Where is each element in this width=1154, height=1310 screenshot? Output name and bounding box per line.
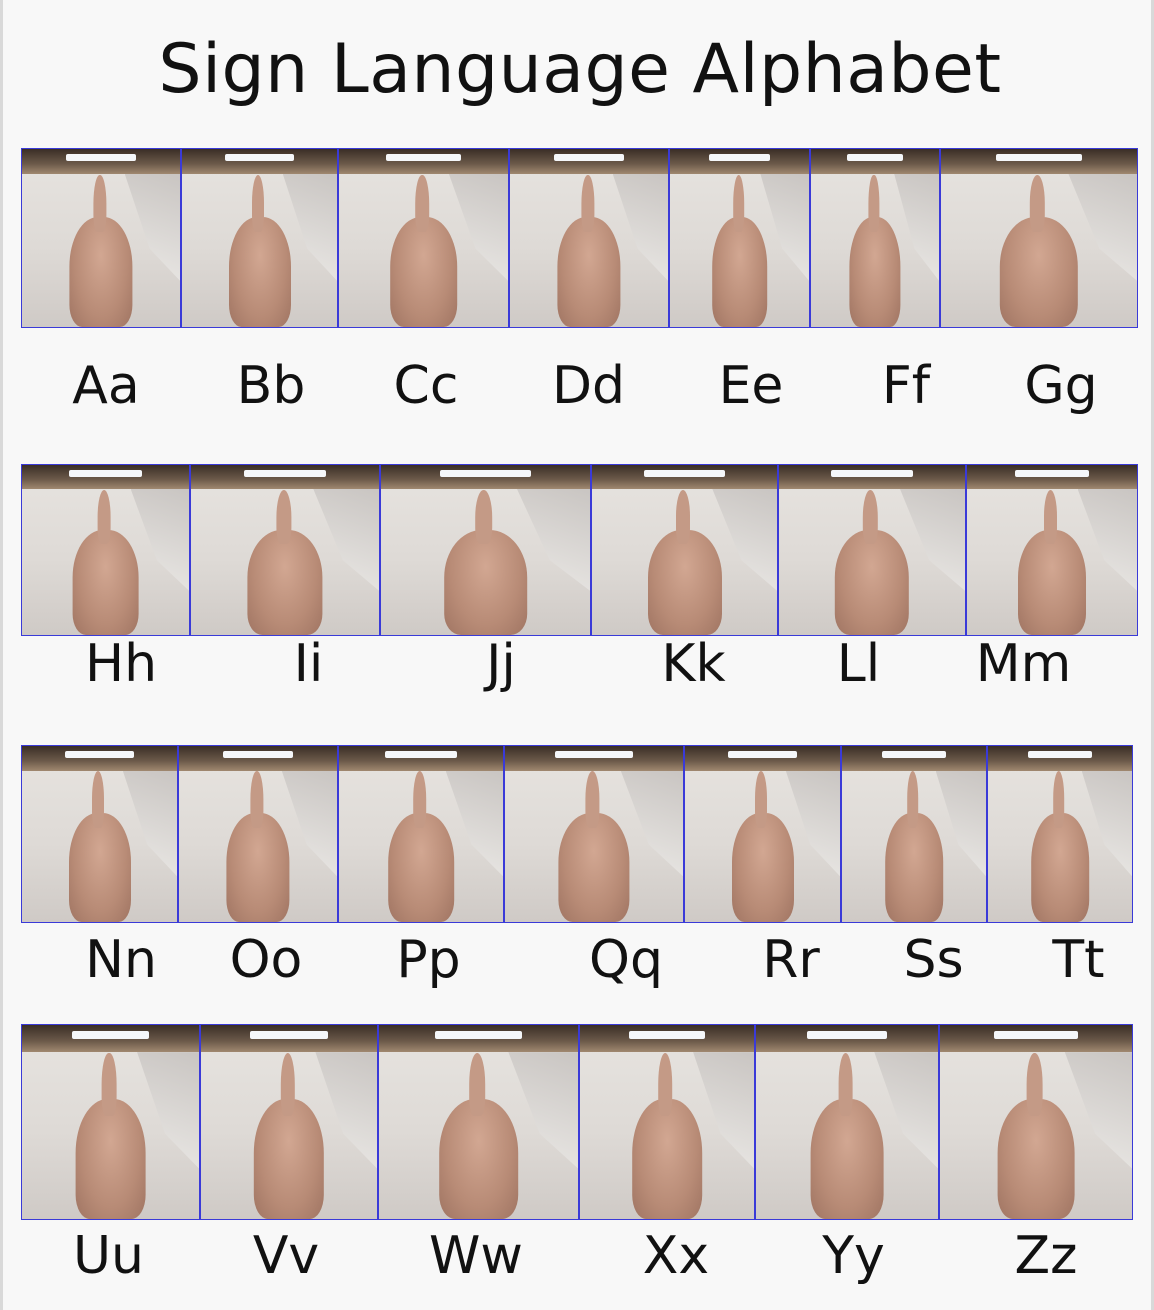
hand-icon [810,1052,884,1219]
sign-photo-q [504,745,684,923]
hand-icon [647,489,722,635]
letter-label: Uu [72,1226,145,1286]
letter-label: Kk [661,634,726,694]
sign-photo-p [338,745,504,923]
sign-photo-o [178,745,338,923]
sign-photo-s [841,745,987,923]
hand-icon [632,1052,702,1219]
sign-photo-k [591,464,778,636]
sign-row-4 [21,1024,1133,1220]
page-frame: Sign Language Alphabet Aa Bb Cc Dd Ee Ff… [0,0,1154,1310]
letter-label: Qq [589,930,663,990]
hand-icon [389,174,458,327]
hand-icon [388,771,454,922]
hand-icon [557,174,621,327]
hand-icon [834,489,910,635]
letter-label: Cc [393,356,459,416]
hand-icon [711,174,768,327]
letter-label: Vv [252,1226,320,1286]
label-row-1: Aa Bb Cc Dd Ee Ff Gg [21,356,1136,416]
sign-photo-z [939,1024,1133,1220]
hand-icon [72,489,139,635]
sign-photo-l [778,464,966,636]
hand-icon [75,1052,146,1219]
letter-label: Pp [396,930,461,990]
hand-icon [438,1052,519,1219]
hand-icon [228,174,291,327]
sign-photo-v [200,1024,378,1220]
sign-photo-d [509,148,669,328]
label-row-3: Nn Oo Pp Qq Rr Ss Tt [21,930,1154,990]
sign-row-2 [21,464,1138,636]
letter-label: Ss [903,930,964,990]
sign-photo-b [181,148,338,328]
hand-icon [1018,489,1086,635]
hand-icon [69,174,133,327]
hand-icon [443,489,528,635]
hand-icon [226,771,290,922]
letter-label: Nn [85,930,157,990]
hand-icon [997,1052,1075,1219]
page-title: Sign Language Alphabet [158,30,1002,109]
hand-icon [1031,771,1089,922]
letter-label: Oo [229,930,303,990]
hand-icon [999,174,1079,327]
hand-icon [68,771,131,922]
letter-label: Gg [1024,356,1098,416]
letter-label: Xx [642,1226,710,1286]
sign-photo-t [987,745,1133,923]
letter-label: Ii [293,634,324,694]
letter-label: Dd [551,356,626,416]
letter-label: Jj [486,634,516,694]
hand-icon [253,1052,325,1219]
sign-photo-g [940,148,1138,328]
label-row-2: Hh Ii Jj Kk Ll Mm [21,634,1111,694]
sign-photo-c [338,148,509,328]
sign-row-3 [21,745,1133,923]
sign-photo-r [684,745,841,923]
hand-icon [247,489,323,635]
hand-icon [849,174,901,327]
letter-label: Aa [72,356,140,416]
letter-label: Rr [762,930,820,990]
letter-label: Ww [429,1226,523,1286]
letter-label: Bb [236,356,306,416]
sign-photo-u [21,1024,200,1220]
hand-icon [731,771,794,922]
hand-icon [558,771,630,922]
sign-photo-e [669,148,810,328]
sign-photo-w [378,1024,579,1220]
sign-photo-m [966,464,1138,636]
sign-photo-x [579,1024,755,1220]
sign-photo-f [810,148,940,328]
letter-label: Zz [1014,1226,1078,1286]
letter-label: Yy [822,1226,885,1286]
letter-label: Ee [718,356,784,416]
sign-photo-n [21,745,178,923]
hand-icon [885,771,943,922]
letter-label: Ll [836,634,881,694]
label-row-4: Uu Vv Ww Xx Yy Zz [21,1226,1154,1286]
sign-photo-i [190,464,380,636]
sign-photo-j [380,464,591,636]
sign-photo-y [755,1024,939,1220]
letter-label: Mm [975,634,1072,694]
sign-photo-h [21,464,190,636]
sign-photo-a [21,148,181,328]
sign-row-1 [21,148,1138,328]
letter-label: Ff [881,356,931,416]
letter-label: Tt [1052,930,1105,990]
letter-label: Hh [84,634,158,694]
